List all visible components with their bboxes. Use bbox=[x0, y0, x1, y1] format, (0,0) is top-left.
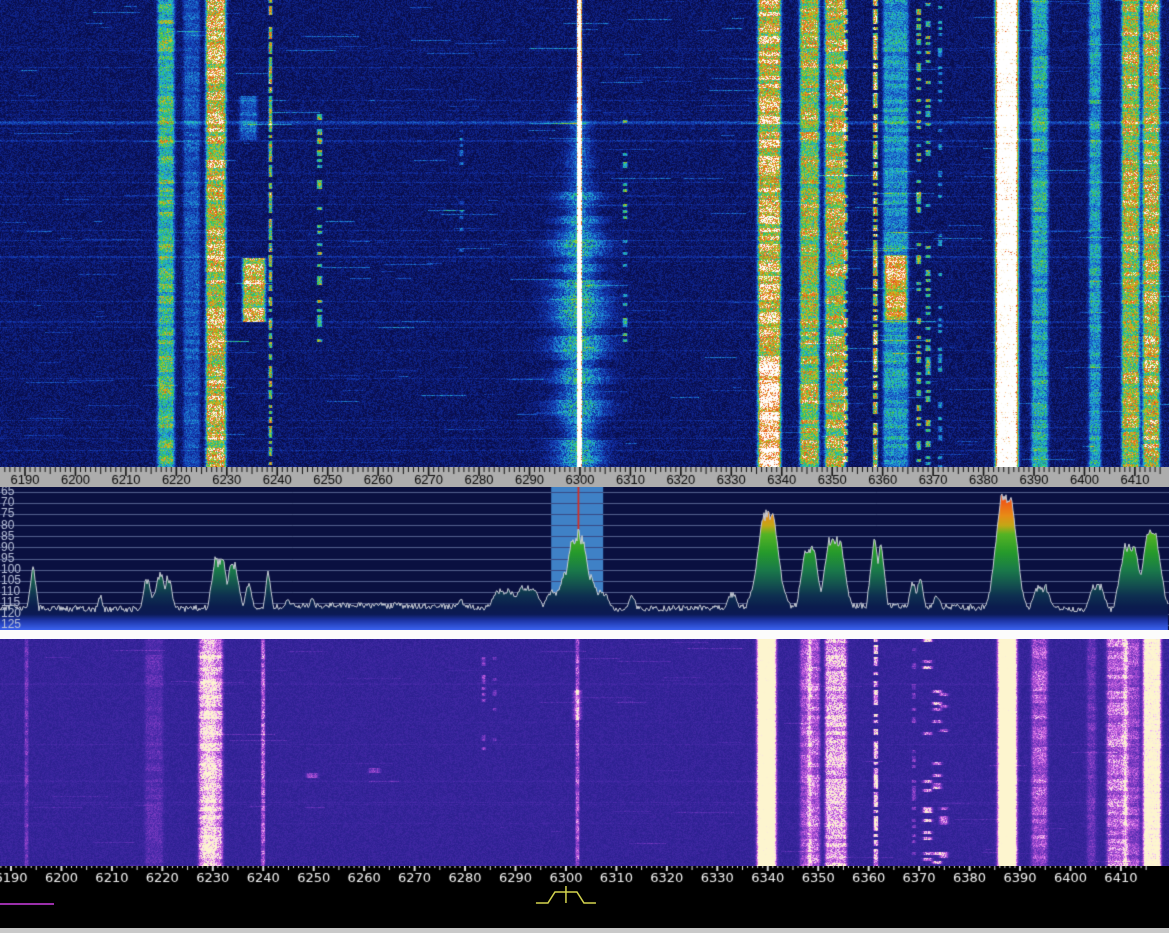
panel-separator bbox=[0, 630, 1169, 639]
tuning-bar bbox=[0, 886, 1169, 928]
frequency-scale-bottom[interactable] bbox=[0, 866, 1169, 886]
main-waterfall[interactable] bbox=[0, 0, 1169, 467]
websdr-interface bbox=[0, 0, 1169, 933]
page-edge-strip bbox=[0, 928, 1169, 933]
band-segment-marker bbox=[0, 903, 54, 905]
frequency-scale-top[interactable] bbox=[0, 467, 1169, 487]
passband-filter-icon[interactable] bbox=[0, 886, 1169, 928]
spectrum-analyzer[interactable] bbox=[0, 487, 1169, 630]
secondary-waterfall[interactable] bbox=[0, 639, 1169, 866]
